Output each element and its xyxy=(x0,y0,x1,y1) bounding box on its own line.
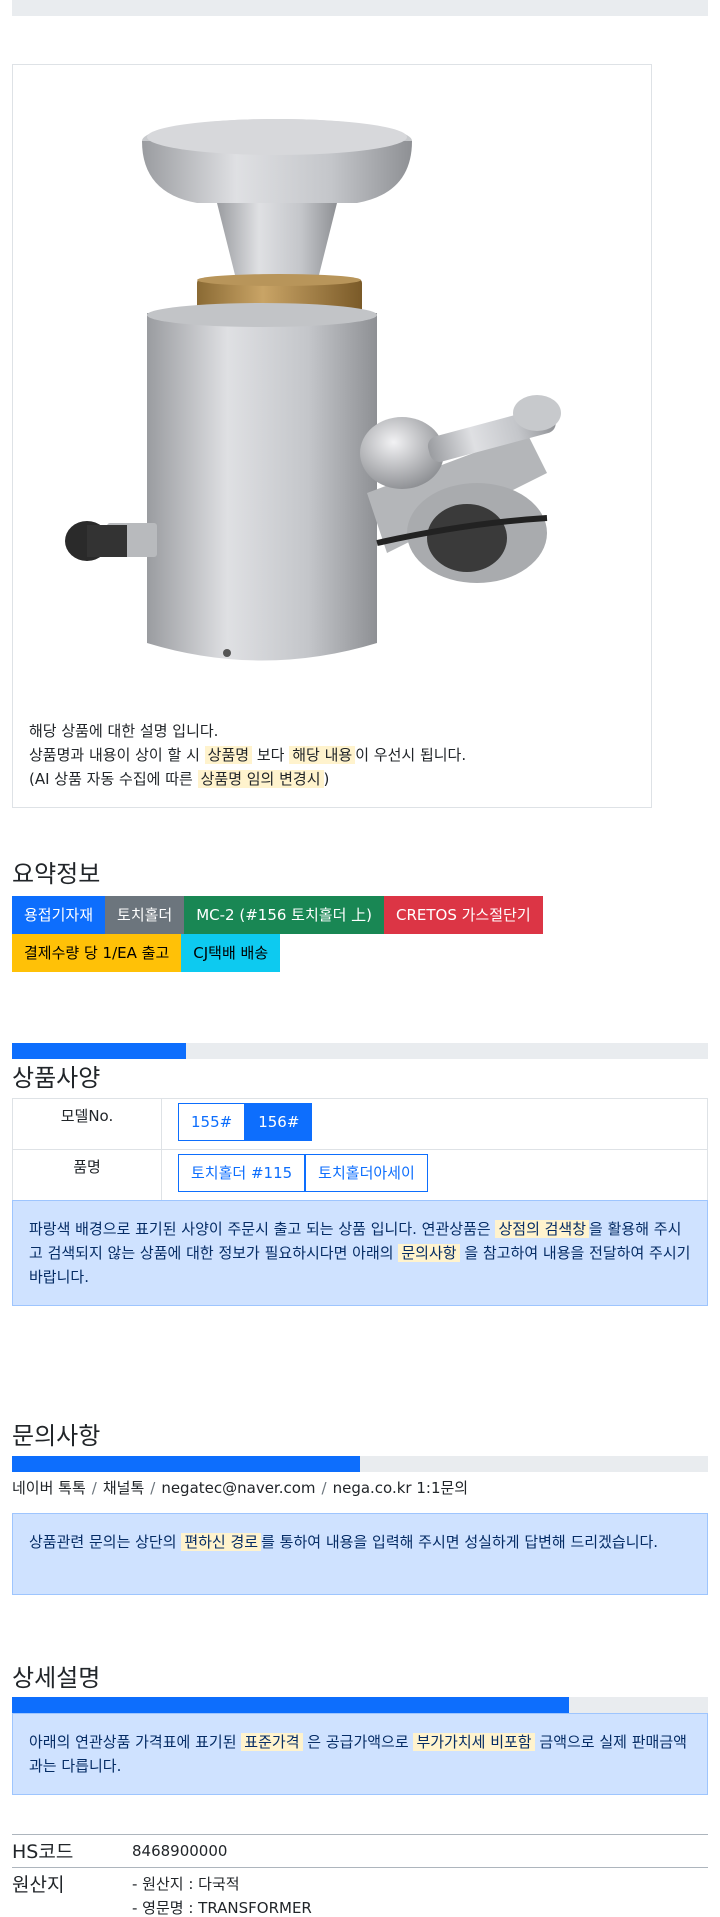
specs-notice: 파랑색 배경으로 표기된 사양이 주문시 출고 되는 상품 입니다. 연관상품은… xyxy=(12,1200,708,1306)
specs-table: 모델No. 155# 156# 품명 토치홀더 #115 토치홀더아세이 xyxy=(12,1098,708,1201)
highlight-search-box: 상점의 검색창 xyxy=(495,1220,590,1238)
contact-email[interactable]: negatec@naver.com xyxy=(161,1479,315,1497)
name-option-torch-holder-assy[interactable]: 토치홀더아세이 xyxy=(305,1154,428,1192)
product-image-card: 해당 상품에 대한 설명 입니다. 상품명과 내용이 상이 할 시 상품명 보다… xyxy=(12,64,652,808)
origin-row: 원산지 - 원산지 : 다국적 - 영문명 : TRANSFORMER xyxy=(12,1867,708,1917)
highlight-route: 편하신 경로 xyxy=(181,1533,262,1551)
origin-label: 원산지 xyxy=(12,1874,65,1896)
model-option-155[interactable]: 155# xyxy=(178,1103,246,1141)
spec-label-model: 모델No. xyxy=(12,1099,162,1149)
badge-category[interactable]: 용접기자재 xyxy=(12,896,106,934)
detail-progress-bar xyxy=(12,1697,708,1713)
name-option-torch-holder-115[interactable]: 토치홀더 #115 xyxy=(178,1154,306,1192)
spec-row-model: 모델No. 155# 156# xyxy=(12,1099,708,1150)
hs-code-value: 8468900000 xyxy=(132,1842,228,1860)
origin-country: - 원산지 : 다국적 xyxy=(132,1875,240,1893)
detail-progress-fill xyxy=(12,1697,569,1713)
description-line-3: (AI 상품 자동 수집에 따른 상품명 임의 변경시) xyxy=(29,770,330,788)
highlight-product-name: 상품명 xyxy=(204,746,253,764)
highlight-standard-price: 표준가격 xyxy=(241,1733,303,1751)
spec-row-product-name: 품명 토치홀더 #115 토치홀더아세이 xyxy=(12,1150,708,1201)
hs-code-label: HS코드 xyxy=(12,1841,74,1863)
specs-title: 상품사양 xyxy=(12,1064,101,1092)
contact-channel-talk[interactable]: 채널톡 xyxy=(103,1479,144,1497)
origin-value: - 원산지 : 다국적 - 영문명 : TRANSFORMER xyxy=(132,1872,312,1917)
badge-subcategory[interactable]: 토치홀더 xyxy=(105,896,185,934)
detail-title: 상세설명 xyxy=(12,1664,101,1692)
highlight-inquiry: 문의사항 xyxy=(398,1244,460,1262)
description-line-2: 상품명과 내용이 상이 할 시 상품명 보다 해당 내용 이 우선시 됩니다. xyxy=(29,746,467,764)
badge-model[interactable]: MC-2 (#156 토치홀더 上) xyxy=(184,896,384,934)
hs-code-row: HS코드 8468900000 xyxy=(12,1834,708,1867)
inquiry-progress-bar xyxy=(12,1456,708,1472)
product-description: 해당 상품에 대한 설명 입니다. 상품명과 내용이 상이 할 시 상품명 보다… xyxy=(29,719,466,791)
summary-title: 요약정보 xyxy=(12,860,101,888)
highlight-name-change: 상품명 임의 변경시 xyxy=(197,770,324,788)
badge-brand[interactable]: CRETOS 가스절단기 xyxy=(384,896,543,934)
contact-naver-talk[interactable]: 네이버 톡톡 xyxy=(12,1479,86,1497)
specs-progress-fill xyxy=(12,1043,186,1059)
highlight-vat-excluded: 부가가치세 비포함 xyxy=(413,1733,535,1751)
badge-quantity[interactable]: 결제수량 당 1/EA 출고 xyxy=(12,934,182,972)
contact-site-inquiry[interactable]: nega.co.kr 1:1문의 xyxy=(333,1479,469,1497)
contact-breadcrumb: 네이버 톡톡 / 채널톡 / negatec@naver.com / nega.co.kr … xyxy=(12,1479,469,1497)
top-progress-strip xyxy=(12,0,708,16)
badge-shipping[interactable]: CJ택배 배송 xyxy=(181,934,281,972)
model-option-156[interactable]: 156# xyxy=(245,1103,313,1141)
specs-progress-bar xyxy=(12,1043,708,1059)
inquiry-notice: 상품관련 문의는 상단의 편하신 경로 를 통하여 내용을 입력해 주시면 성실하… xyxy=(12,1513,708,1595)
spec-label-product-name: 품명 xyxy=(12,1150,162,1200)
summary-badges: 용접기자재 토치홀더 MC-2 (#156 토치홀더 上) CRETOS 가스절… xyxy=(12,896,708,972)
origin-english-name: - 영문명 : TRANSFORMER xyxy=(132,1899,312,1917)
detail-notice: 아래의 연관상품 가격표에 표기된 표준가격 은 공급가액으로 부가가치세 비포… xyxy=(12,1713,708,1795)
inquiry-progress-fill xyxy=(12,1456,360,1472)
highlight-content: 해당 내용 xyxy=(289,746,356,764)
description-line-1: 해당 상품에 대한 설명 입니다. xyxy=(29,722,219,740)
product-photo xyxy=(65,119,561,661)
inquiry-title: 문의사항 xyxy=(12,1422,101,1450)
